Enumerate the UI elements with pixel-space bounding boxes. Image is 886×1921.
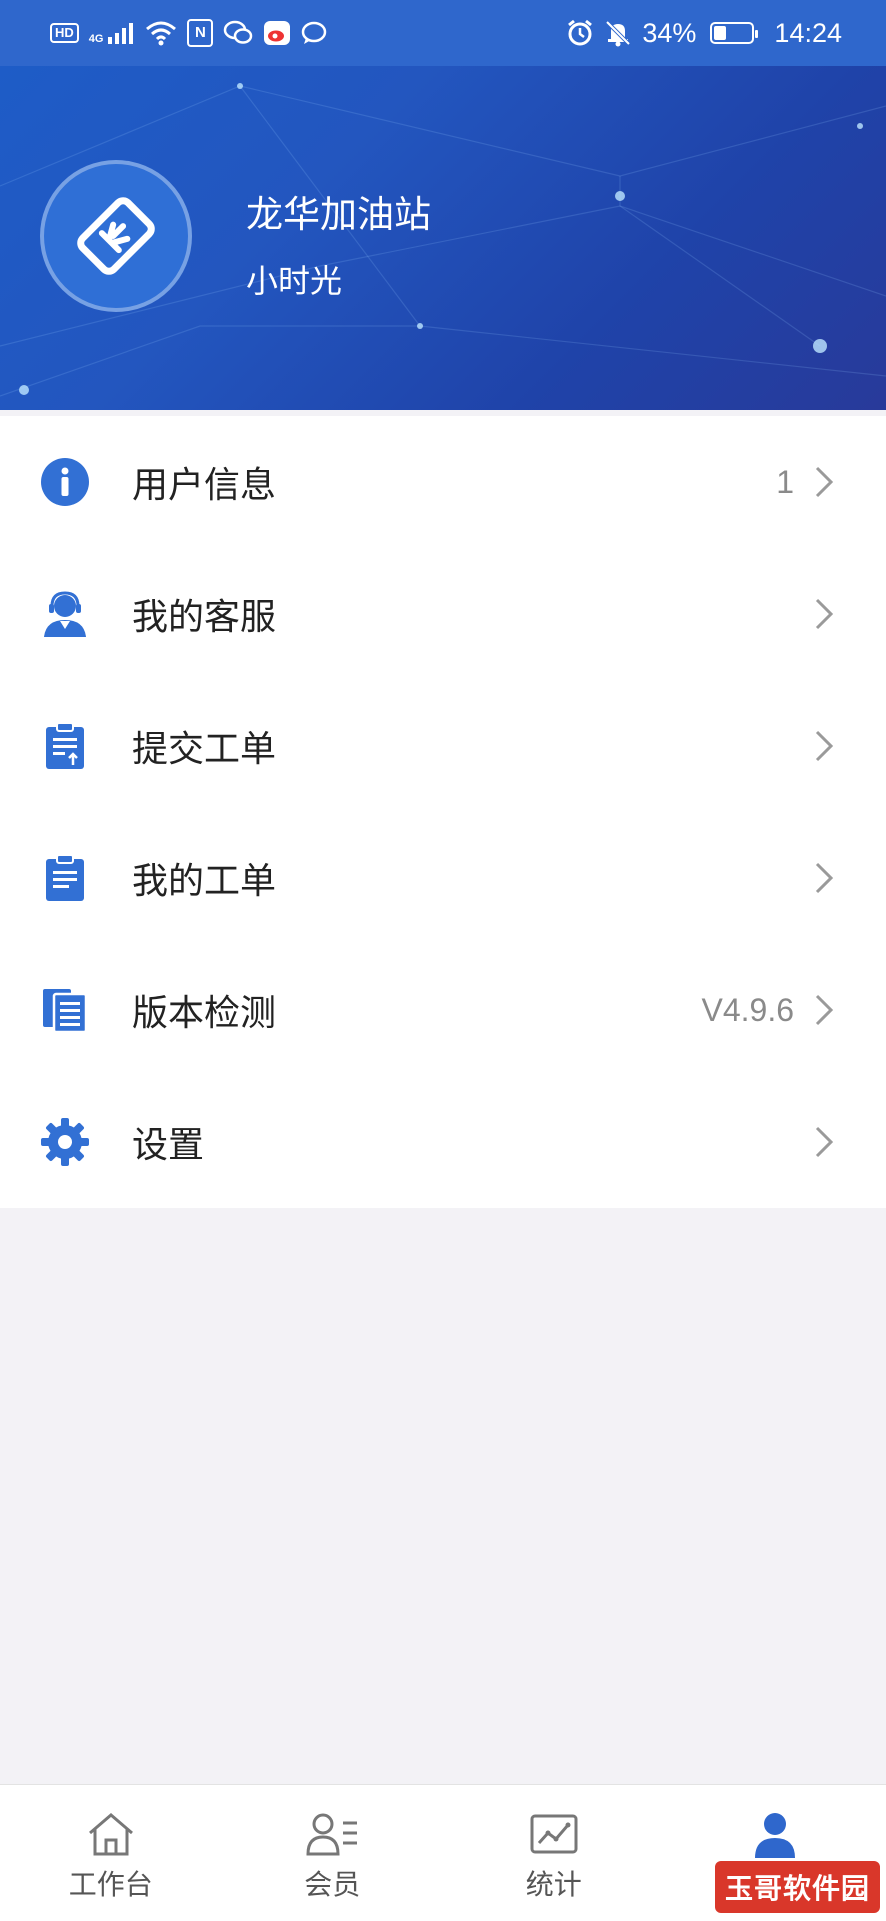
menu-label: 提交工单 [132,720,276,772]
gear-icon [38,1115,92,1169]
station-name: 龙华加油站 [246,184,431,238]
card-logo-icon [66,186,166,286]
member-icon [305,1811,359,1857]
tab-statistics[interactable]: 统计 [443,1785,665,1921]
tab-label: 统计 [526,1863,582,1903]
watermark-logo: 玉哥软件园 [715,1861,880,1913]
message-bubble-icon [301,21,327,45]
version-value: V4.9.6 [701,992,794,1029]
chevron-right-icon [812,993,836,1027]
submit-ticket-icon [38,719,92,773]
status-bar-left: HD 4G N [50,19,327,47]
wifi-icon [145,20,177,46]
menu-label: 我的客服 [132,588,276,640]
menu-item-submit-ticket[interactable]: 提交工单 [0,680,886,812]
ticket-icon [38,851,92,905]
status-bar: HD 4G N 34% 14:24 [0,0,886,66]
chevron-right-icon [812,465,836,499]
info-icon [38,455,92,509]
tab-label: 会员 [304,1863,360,1903]
menu-item-user-info[interactable]: 用户信息 1 [0,416,886,548]
wechat-icon [223,20,253,46]
network-type: 4G [89,33,104,45]
chevron-right-icon [812,597,836,631]
menu-item-my-tickets[interactable]: 我的工单 [0,812,886,944]
nfc-icon: N [187,19,213,47]
menu-list: 用户信息 1 我的客服 提交工单 我的工单 版本检测 V4.9.6 [0,416,886,1208]
signal-icon [107,21,135,45]
user-name: 小时光 [246,256,342,302]
menu-item-version-check[interactable]: 版本检测 V4.9.6 [0,944,886,1076]
tab-member[interactable]: 会员 [222,1785,444,1921]
chevron-right-icon [812,1125,836,1159]
menu-value: 1 [776,464,794,501]
profile-header: 龙华加油站 小时光 [0,66,886,410]
menu-item-customer-service[interactable]: 我的客服 [0,548,886,680]
menu-label: 版本检测 [132,984,276,1036]
tab-label: 工作台 [69,1863,153,1903]
weibo-icon [263,20,291,46]
menu-label: 我的工单 [132,852,276,904]
menu-label: 用户信息 [132,456,276,508]
customer-service-icon [38,587,92,641]
home-icon [86,1811,136,1857]
person-icon [750,1811,800,1859]
chevron-right-icon [812,861,836,895]
clock-time: 14:24 [774,18,842,49]
battery-percent: 34% [642,18,696,49]
menu-label: 设置 [132,1116,204,1168]
version-icon [38,983,92,1037]
chevron-right-icon [812,729,836,763]
menu-item-settings[interactable]: 设置 [0,1076,886,1208]
bottom-tab-bar: 工作台 会员 统计 我的 玉哥软件园 [0,1784,886,1921]
battery-icon [710,22,754,44]
tab-workbench[interactable]: 工作台 [0,1785,222,1921]
mute-bell-icon [604,19,632,47]
hd-icon: HD [50,23,79,43]
status-bar-right: 34% 14:24 [566,18,842,49]
chart-icon [529,1811,579,1857]
avatar[interactable] [40,160,192,312]
alarm-icon [566,19,594,47]
